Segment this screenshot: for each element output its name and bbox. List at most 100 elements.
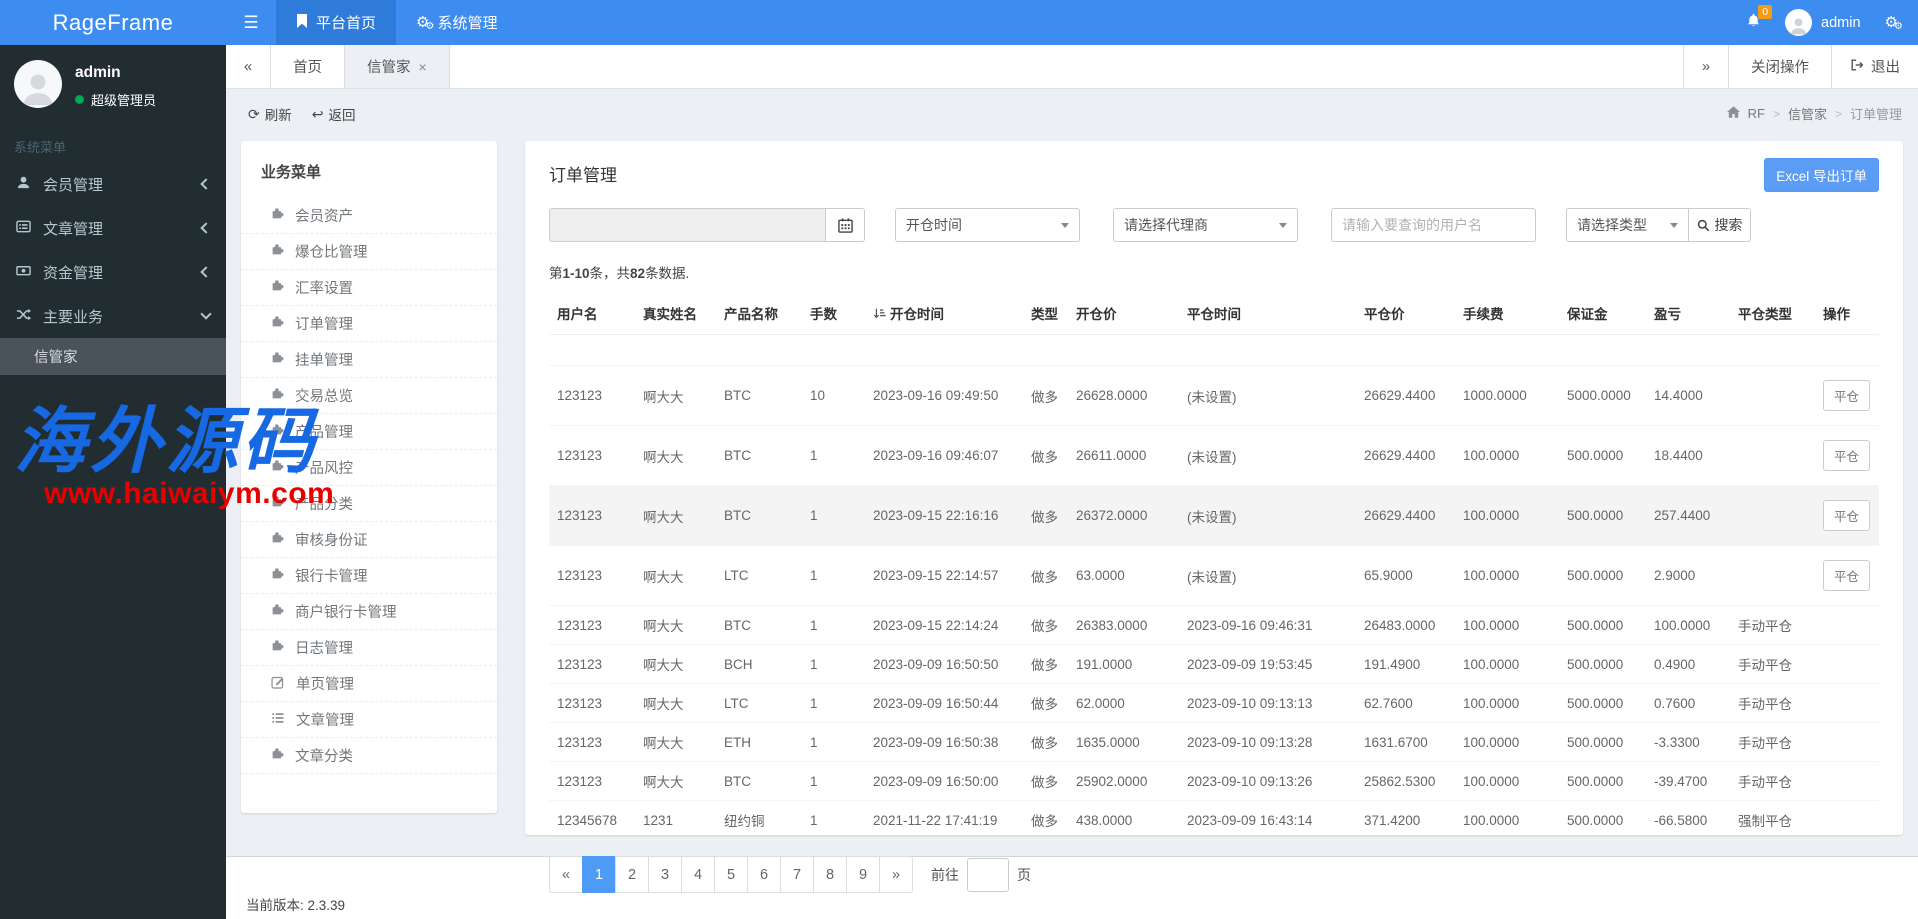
bizmenu-item[interactable]: 订单管理	[241, 306, 497, 342]
close-position-button[interactable]: 平仓	[1823, 500, 1871, 531]
business-menu-title: 业务菜单	[261, 164, 322, 181]
cell-lots: 1	[802, 722, 865, 762]
bizmenu-item[interactable]: 汇率设置	[241, 270, 497, 306]
bizmenu-item[interactable]: 文章分类	[241, 738, 497, 774]
money-icon	[16, 263, 31, 282]
column-header: 手续费	[1455, 292, 1559, 335]
page-next-button[interactable]: »	[879, 856, 913, 893]
bizmenu-item-label: 产品风控	[295, 461, 353, 477]
cell-profit: 18.4400	[1646, 425, 1730, 486]
main-sidebar: admin 超级管理员 系统菜单 会员管理 文章管理 资金管理 主要业务 信管家	[0, 45, 226, 919]
tab-scroll-left-button[interactable]: «	[226, 45, 271, 88]
column-header: 开仓价	[1068, 292, 1179, 335]
table-header-row: 用户名 真实姓名 产品名称 手数 开仓时间 类型 开仓价 平仓时间 平仓价 手续费 保证金 盈亏 平仓类…	[549, 292, 1879, 335]
settings-button[interactable]: ⚙ ⚙	[1884, 14, 1903, 32]
back-button[interactable]: ↩ 返回	[312, 104, 356, 124]
bizmenu-item[interactable]: 挂单管理	[241, 342, 497, 378]
cell-lots: 1	[802, 683, 865, 723]
close-position-button[interactable]: 平仓	[1823, 560, 1871, 591]
sidebar-item-main-business[interactable]: 主要业务	[0, 294, 226, 338]
puzzle-icon	[271, 567, 284, 584]
cell-close-price	[1356, 334, 1455, 366]
close-position-button[interactable]: 平仓	[1823, 380, 1871, 411]
sidebar-item-funds[interactable]: 资金管理	[0, 250, 226, 294]
bizmenu-item[interactable]: 产品管理	[241, 414, 497, 450]
bizmenu-item[interactable]: 会员资产	[241, 198, 497, 234]
username-search-input[interactable]	[1331, 208, 1536, 242]
tab-scroll-right-button[interactable]: »	[1683, 45, 1728, 88]
top-navbar: RageFrame ☰ 平台首页 ⚙ ⚙ 系统管理 0 admin ⚙ ⚙	[0, 0, 1918, 45]
cell-close-type: 手动平仓	[1730, 605, 1815, 645]
bizmenu-item[interactable]: 产品分类	[241, 486, 497, 522]
page-button[interactable]: 3	[648, 856, 682, 893]
type-select[interactable]: 请选择类型	[1566, 208, 1689, 242]
breadcrumb-root[interactable]: RF	[1748, 106, 1765, 121]
cell-close-price: 1631.6700	[1356, 722, 1455, 762]
cell-close-type: 手动平仓	[1730, 683, 1815, 723]
bizmenu-item-label: 挂单管理	[295, 353, 353, 369]
bizmenu-item[interactable]: 爆仓比管理	[241, 234, 497, 270]
cell-margin: 500.0000	[1559, 545, 1646, 606]
sidebar-toggle-button[interactable]: ☰	[226, 0, 276, 45]
cell-action	[1815, 761, 1879, 801]
reply-icon: ↩	[311, 105, 324, 122]
refresh-button[interactable]: ⟳ 刷新	[248, 104, 292, 124]
notifications-button[interactable]: 0	[1746, 5, 1773, 33]
page-button[interactable]: 1	[582, 856, 616, 893]
nav-item-system-admin[interactable]: ⚙ ⚙ 系统管理	[396, 0, 517, 45]
cell-product: BTC	[716, 365, 802, 426]
bizmenu-item[interactable]: 商户银行卡管理	[241, 594, 497, 630]
page-button[interactable]: 9	[846, 856, 880, 893]
brand-logo[interactable]: RageFrame	[0, 0, 226, 45]
sidebar-item-articles[interactable]: 文章管理	[0, 206, 226, 250]
close-position-button[interactable]: 平仓	[1823, 440, 1871, 471]
sidebar-subitem-xinguanjia[interactable]: 信管家	[0, 338, 226, 375]
cell-action: 平仓	[1815, 545, 1879, 606]
puzzle-icon	[271, 639, 284, 656]
column-header[interactable]: 开仓时间	[865, 292, 1023, 335]
page-button[interactable]: 5	[714, 856, 748, 893]
page-button[interactable]: 4	[681, 856, 715, 893]
user-menu-label: admin	[1821, 14, 1861, 31]
bizmenu-item[interactable]: 日志管理	[241, 630, 497, 666]
user-menu-button[interactable]: admin	[1785, 9, 1861, 36]
tab-home[interactable]: 首页	[271, 45, 345, 88]
date-range-input[interactable]	[549, 208, 825, 242]
search-icon	[1697, 219, 1709, 231]
search-button[interactable]: 搜索	[1689, 208, 1751, 242]
cell-realname	[635, 334, 716, 366]
page-button[interactable]: 7	[780, 856, 814, 893]
bizmenu-item[interactable]: 交易总览	[241, 378, 497, 414]
page-prev-button[interactable]: «	[549, 856, 583, 893]
bizmenu-item[interactable]: 审核身份证	[241, 522, 497, 558]
page-button[interactable]: 2	[615, 856, 649, 893]
cell-close-type	[1730, 485, 1815, 546]
excel-export-button[interactable]: Excel 导出订单	[1764, 158, 1879, 192]
cell-username: 123123	[549, 545, 635, 606]
tab-xinguanjia[interactable]: 信管家 ×	[345, 45, 450, 88]
sidebar-item-label: 文章管理	[43, 220, 104, 238]
cell-product	[716, 334, 802, 366]
sidebar-item-members[interactable]: 会员管理	[0, 162, 226, 206]
logout-button[interactable]: 退出	[1831, 45, 1918, 88]
cell-close-type: 手动平仓	[1730, 722, 1815, 762]
gear-icon: ⚙ ⚙	[1884, 14, 1903, 32]
goto-page-input[interactable]	[967, 857, 1009, 892]
cell-close-time: (未设置)	[1179, 485, 1356, 546]
version-label: 当前版本:	[246, 898, 304, 913]
nav-item-platform-home[interactable]: 平台首页	[276, 0, 397, 45]
bizmenu-item[interactable]: 银行卡管理	[241, 558, 497, 594]
page-button[interactable]: 8	[813, 856, 847, 893]
logout-label: 退出	[1871, 60, 1900, 76]
calendar-button[interactable]	[825, 208, 865, 242]
breadcrumb-item[interactable]: 信管家	[1788, 104, 1827, 123]
page-button[interactable]: 6	[747, 856, 781, 893]
cell-close-price: 26483.0000	[1356, 605, 1455, 645]
agent-select[interactable]: 请选择代理商	[1113, 208, 1298, 242]
open-time-select[interactable]: 开仓时间	[895, 208, 1080, 242]
bizmenu-item[interactable]: 文章管理	[241, 702, 497, 738]
bizmenu-item[interactable]: 单页管理	[241, 666, 497, 702]
bizmenu-item[interactable]: 产品风控	[241, 450, 497, 486]
close-operations-button[interactable]: 关闭操作	[1728, 45, 1831, 88]
tab-close-icon[interactable]: ×	[419, 59, 427, 75]
